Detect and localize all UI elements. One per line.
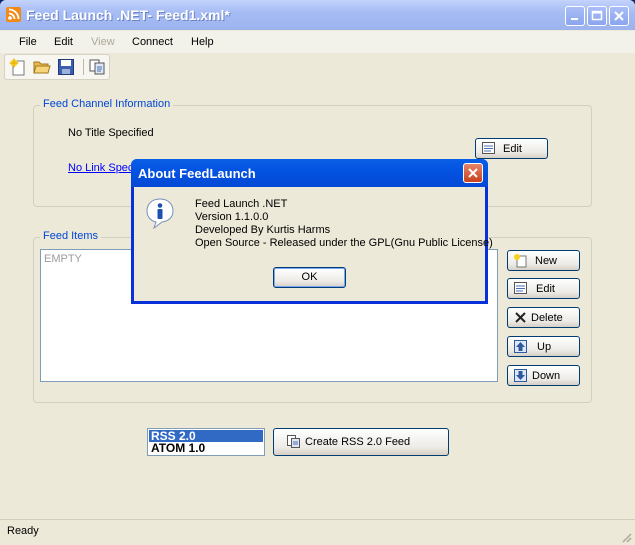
move-down-button[interactable]: Down	[507, 365, 580, 386]
move-up-button[interactable]: Up	[507, 336, 580, 357]
create-feed-icon	[287, 435, 300, 448]
close-icon	[468, 168, 478, 178]
menu-edit[interactable]: Edit	[54, 36, 73, 48]
toolbar	[4, 54, 110, 80]
format-option-atom[interactable]: ATOM 1.0	[149, 442, 263, 454]
menu-bar: File Edit View Connect Help	[0, 31, 635, 53]
arrow-up-icon	[514, 340, 527, 353]
status-bar: Ready	[0, 519, 635, 545]
main-window: Feed Launch .NET- Feed1.xml* File Edit V…	[0, 0, 635, 545]
edit-icon	[514, 282, 527, 294]
toolbar-separator	[83, 59, 84, 75]
arrow-down-icon	[514, 369, 527, 382]
about-line-license: Open Source - Released under the GPL(Gnu…	[195, 237, 493, 249]
new-item-button[interactable]: New	[507, 250, 580, 271]
title-bar[interactable]: Feed Launch .NET- Feed1.xml*	[0, 0, 635, 30]
resize-grip-icon[interactable]	[620, 531, 632, 543]
menu-help[interactable]: Help	[191, 36, 214, 48]
about-line-author: Developed By Kurtis Harms	[195, 224, 331, 236]
menu-connect[interactable]: Connect	[132, 36, 173, 48]
status-text: Ready	[7, 525, 39, 537]
info-icon	[146, 198, 174, 229]
ok-button[interactable]: OK	[273, 267, 346, 288]
about-line-version: Version 1.1.0.0	[195, 211, 269, 223]
menu-view[interactable]: View	[91, 36, 115, 48]
about-line-name: Feed Launch .NET	[195, 198, 288, 210]
edit-icon	[482, 142, 495, 154]
channel-title-text: No Title Specified	[68, 127, 154, 139]
maximize-icon	[591, 10, 603, 21]
dialog-body: Feed Launch .NET Version 1.1.0.0 Develop…	[134, 187, 493, 301]
menu-file[interactable]: File	[19, 36, 37, 48]
maximize-button[interactable]	[587, 6, 607, 26]
new-file-icon[interactable]	[9, 58, 27, 76]
edit-item-button[interactable]: Edit	[507, 278, 580, 299]
list-empty-text: EMPTY	[44, 253, 82, 265]
new-item-icon	[514, 254, 527, 268]
minimize-icon	[571, 18, 578, 20]
delete-icon	[515, 312, 526, 323]
dialog-close-button[interactable]	[463, 163, 483, 183]
save-icon[interactable]	[57, 58, 75, 76]
close-icon	[614, 11, 624, 21]
minimize-button[interactable]	[565, 6, 585, 26]
channel-info-title: Feed Channel Information	[40, 98, 174, 110]
feed-format-list[interactable]: RSS 2.0 ATOM 1.0	[147, 428, 265, 456]
window-title: Feed Launch .NET- Feed1.xml*	[26, 7, 230, 23]
dialog-title-bar[interactable]: About FeedLaunch	[131, 159, 488, 187]
close-button[interactable]	[609, 6, 629, 26]
channel-edit-button[interactable]: Edit	[475, 138, 548, 159]
about-dialog: About FeedLaunch Feed Launch .NET Versio…	[131, 159, 493, 304]
feed-items-title: Feed Items	[40, 230, 102, 242]
rss-app-icon	[6, 7, 21, 22]
channel-link[interactable]: No Link Spec	[68, 162, 133, 174]
dialog-title: About FeedLaunch	[138, 166, 256, 181]
open-folder-icon[interactable]	[33, 58, 51, 76]
create-feed-button[interactable]: Create RSS 2.0 Feed	[273, 428, 449, 456]
publish-icon[interactable]	[88, 58, 106, 76]
delete-item-button[interactable]: Delete	[507, 307, 580, 328]
